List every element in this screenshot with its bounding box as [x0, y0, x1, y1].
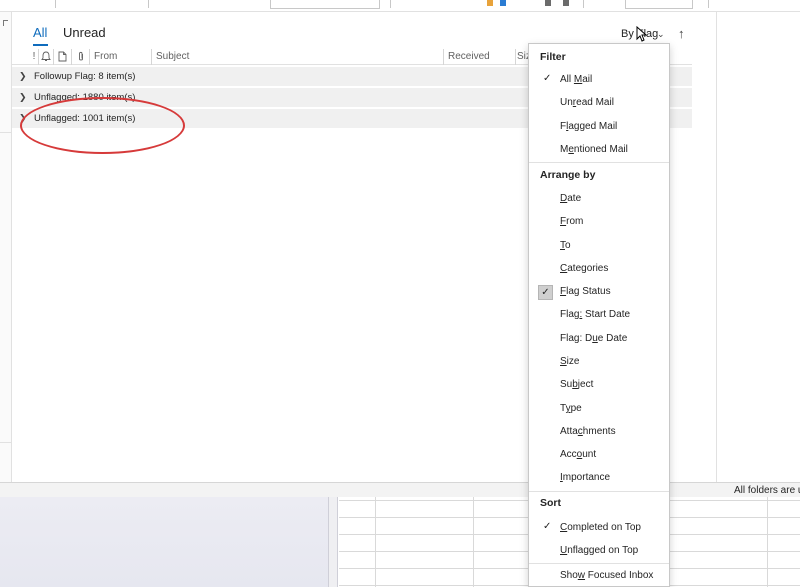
menu-separator [529, 563, 669, 564]
toolbar-separator [708, 0, 709, 8]
toolbar-icon[interactable] [563, 0, 569, 6]
bell-icon [41, 51, 51, 61]
group-label: Followup Flag: 8 item(s) [34, 71, 136, 82]
expand-icon[interactable] [3, 20, 8, 26]
background-panel [0, 497, 329, 587]
column-reminder[interactable] [39, 49, 54, 65]
chevron-right-icon[interactable]: ❯ [19, 71, 27, 82]
column-received[interactable]: Received [444, 49, 516, 65]
menu-item-size[interactable]: Size [560, 356, 579, 367]
paperclip-icon [78, 51, 83, 61]
top-toolbar [0, 0, 800, 12]
menu-item-flagged-mail[interactable]: Flagged Mail [560, 121, 617, 132]
toolbar-separator [55, 0, 56, 8]
column-attachment[interactable] [72, 49, 90, 65]
menu-section-filter: Filter [540, 51, 566, 63]
toolbar-separator [390, 0, 391, 8]
folder-pane-collapsed[interactable] [0, 12, 12, 482]
menu-separator [529, 162, 669, 163]
reading-pane [716, 12, 800, 482]
toolbar-field[interactable] [270, 0, 380, 9]
status-bar: All folders are u [0, 482, 800, 497]
menu-item-account[interactable]: Account [560, 449, 596, 460]
menu-item-attachments[interactable]: Attachments [560, 426, 616, 437]
menu-item-flag-start-date[interactable]: Flag: Start Date [560, 309, 630, 320]
menu-item-flag-due-date[interactable]: Flag: Due Date [560, 333, 627, 344]
divider [0, 132, 11, 133]
menu-item-importance[interactable]: Importance [560, 472, 610, 483]
toolbar-color-icon[interactable] [500, 0, 506, 6]
menu-item-mentioned-mail[interactable]: Mentioned Mail [560, 144, 628, 155]
menu-separator [529, 491, 669, 492]
menu-item-show-focused-inbox[interactable]: Show Focused Inbox [560, 570, 653, 581]
tab-unread[interactable]: Unread [63, 25, 106, 40]
toolbar-separator [148, 0, 149, 8]
check-icon: ✓ [538, 285, 553, 300]
background-panel-edge [329, 497, 338, 587]
menu-item-all-mail[interactable]: All Mail [560, 74, 592, 85]
check-icon: ✓ [543, 521, 552, 532]
menu-section-sort: Sort [540, 497, 561, 509]
highlight-annotation [20, 97, 185, 154]
arrange-by-menu: Filter ✓ All Mail Unread Mail Flagged Ma… [528, 43, 670, 587]
toolbar-separator [583, 0, 584, 8]
toolbar-color-icon[interactable] [487, 0, 493, 6]
chevron-down-icon[interactable]: ⌄ [657, 29, 665, 40]
menu-item-flag-status[interactable]: Flag Status [560, 286, 611, 297]
status-text: All folders are u [734, 485, 800, 496]
tab-all[interactable]: All [33, 25, 47, 40]
check-icon: ✓ [543, 73, 552, 84]
chevron-right-icon[interactable]: ❯ [19, 92, 27, 103]
menu-item-unflagged-on-top[interactable]: Unflagged on Top [560, 545, 638, 556]
menu-section-arrange-by: Arrange by [540, 169, 596, 181]
menu-item-from[interactable]: From [560, 216, 583, 227]
menu-item-completed-on-top[interactable]: Completed on Top [560, 522, 641, 533]
column-from[interactable]: From [90, 49, 152, 65]
toolbar-icon[interactable] [545, 0, 551, 6]
divider [0, 442, 11, 443]
column-importance[interactable]: ! [30, 49, 39, 65]
menu-item-date[interactable]: Date [560, 193, 581, 204]
menu-item-type[interactable]: Type [560, 403, 582, 414]
sort-direction-icon[interactable]: ↑ [678, 26, 685, 41]
tab-all-underline [33, 44, 48, 46]
document-icon [58, 51, 67, 62]
column-item-type[interactable] [54, 49, 72, 65]
menu-item-categories[interactable]: Categories [560, 263, 608, 274]
mouse-cursor-icon [636, 26, 648, 42]
column-subject[interactable]: Subject [152, 49, 444, 65]
menu-item-to[interactable]: To [560, 240, 571, 251]
menu-item-unread-mail[interactable]: Unread Mail [560, 97, 614, 108]
menu-item-subject[interactable]: Subject [560, 379, 593, 390]
background-window [0, 497, 800, 587]
toolbar-search-box[interactable] [625, 0, 693, 9]
